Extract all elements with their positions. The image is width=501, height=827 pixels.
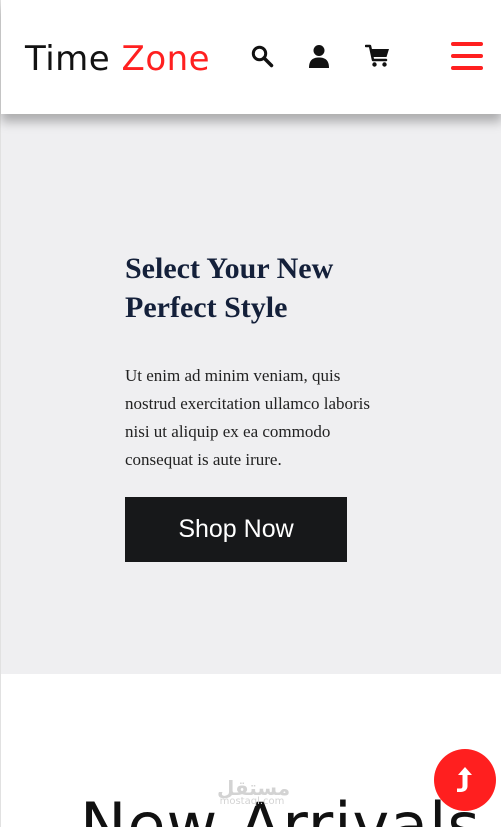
- user-icon[interactable]: [307, 44, 331, 68]
- hero-description: Ut enim ad minim veniam, quis nostrud ex…: [125, 366, 371, 469]
- site-header: Time Zone: [1, 0, 501, 114]
- logo-time: Time: [25, 39, 111, 79]
- arrow-up-icon: [457, 767, 472, 792]
- logo[interactable]: Time Zone: [25, 36, 210, 82]
- watermark-arabic: مستقل: [217, 776, 291, 800]
- hero-section: Select Your New Perfect Style Ut enim ad…: [1, 114, 501, 674]
- new-arrivals-section: New Arrivals مستقل mostaql.com: [1, 674, 501, 827]
- scroll-to-top-button[interactable]: [434, 749, 496, 811]
- logo-zone: Zone: [121, 39, 211, 79]
- watermark-logo: مستقل mostaql.com: [217, 776, 291, 807]
- menu-icon[interactable]: [450, 41, 484, 71]
- cart-icon[interactable]: [365, 44, 391, 68]
- search-icon[interactable]: [250, 44, 274, 68]
- watermark-latin: mostaql.com: [219, 796, 285, 807]
- shop-now-button[interactable]: Shop Now: [125, 497, 347, 562]
- hero-title: Select Your New Perfect Style: [125, 252, 334, 324]
